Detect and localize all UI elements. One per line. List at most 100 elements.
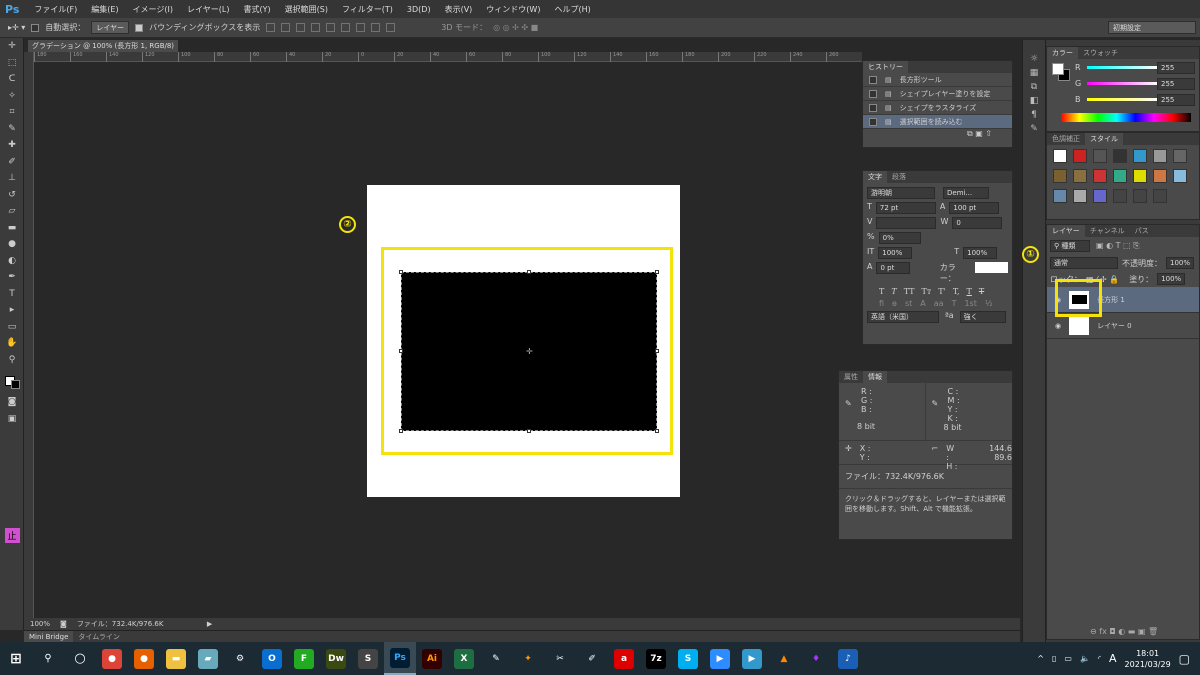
taskbar-app-7z-icon[interactable]: 7z bbox=[640, 642, 672, 675]
bounding-box-checkbox[interactable] bbox=[135, 23, 144, 32]
distribute-icon[interactable] bbox=[371, 23, 381, 32]
g-field[interactable]: 255 bbox=[1157, 78, 1195, 90]
move-tool-icon[interactable]: ✛ bbox=[0, 38, 24, 55]
status-menu-arrow[interactable]: ▶ bbox=[207, 620, 212, 628]
volume-icon[interactable]: 🔈 bbox=[1080, 654, 1090, 663]
taskbar-app-firefox-icon[interactable]: ● bbox=[128, 642, 160, 675]
menu-layer[interactable]: レイヤー(L) bbox=[180, 4, 236, 15]
taskbar-app-settings-icon[interactable]: ⚙ bbox=[224, 642, 256, 675]
style-swatch[interactable] bbox=[1073, 149, 1087, 163]
distribute-icon[interactable] bbox=[356, 23, 366, 32]
history-item[interactable]: ▤ シェイプをラスタライズ bbox=[863, 101, 1012, 115]
screen-mode-icon[interactable]: ▣ bbox=[0, 411, 24, 428]
taskbar-app-purple-icon[interactable]: ♦ bbox=[800, 642, 832, 675]
histogram-icon[interactable]: ⧉ bbox=[1031, 82, 1037, 92]
menu-filter[interactable]: フィルター(T) bbox=[335, 4, 400, 15]
style-swatch[interactable] bbox=[1093, 149, 1107, 163]
status-icon[interactable]: ◙ bbox=[60, 620, 67, 628]
taskbar-app-palette-icon[interactable]: ✐ bbox=[576, 642, 608, 675]
layer-actions[interactable]: ⊖ fx ◘ ◐ ▬ ▣ 🗑 bbox=[1090, 627, 1158, 636]
quick-mask-icon[interactable]: ◙ bbox=[0, 394, 24, 411]
document-tab[interactable]: グラデーション @ 100% (長方形 1, RGB/8) * × bbox=[28, 40, 178, 62]
r-field[interactable]: 255 bbox=[1157, 62, 1195, 74]
layers-icon[interactable]: ◧ bbox=[1030, 96, 1039, 106]
tab-timeline[interactable]: タイムライン bbox=[73, 631, 125, 642]
taskbar-app-music-icon[interactable]: ♪ bbox=[832, 642, 864, 675]
kerning-field[interactable] bbox=[876, 217, 937, 229]
style-swatch[interactable] bbox=[1093, 169, 1107, 183]
style-swatch[interactable] bbox=[1113, 169, 1127, 183]
taskbar-app-chrome-icon[interactable]: ● bbox=[96, 642, 128, 675]
g-slider[interactable] bbox=[1087, 82, 1157, 85]
align-vcenter-icon[interactable] bbox=[281, 23, 291, 32]
crop-tool-icon[interactable]: ⌗ bbox=[0, 104, 24, 121]
tab-info[interactable]: 情報 bbox=[863, 371, 887, 383]
tray-device-icon[interactable]: ▯ bbox=[1052, 654, 1056, 663]
hand-tool-icon[interactable]: ✋ bbox=[0, 335, 24, 352]
style-swatch[interactable] bbox=[1113, 189, 1127, 203]
brush-tool-icon[interactable]: ✐ bbox=[0, 154, 24, 171]
leading-field[interactable]: 100 pt bbox=[949, 202, 1000, 214]
style-swatch[interactable] bbox=[1053, 169, 1067, 183]
cortana-icon[interactable]: ○ bbox=[64, 642, 96, 675]
clock[interactable]: 18:01 2021/03/29 bbox=[1125, 648, 1171, 670]
blend-mode-select[interactable]: 通常 bbox=[1050, 257, 1118, 269]
style-swatch[interactable] bbox=[1093, 189, 1107, 203]
history-item[interactable]: ▤ シェイプレイヤー塗りを設定 bbox=[863, 87, 1012, 101]
style-swatch[interactable] bbox=[1153, 169, 1167, 183]
style-swatch[interactable] bbox=[1133, 169, 1147, 183]
taskbar-app-zoom-icon[interactable]: ▶ bbox=[704, 642, 736, 675]
tab-properties[interactable]: 属性 bbox=[839, 371, 863, 383]
tab-color[interactable]: カラー bbox=[1047, 47, 1078, 59]
foreground-color[interactable] bbox=[1052, 63, 1064, 75]
style-swatch[interactable] bbox=[1073, 189, 1087, 203]
color-swatch-icon[interactable] bbox=[0, 368, 24, 394]
align-hcenter-icon[interactable] bbox=[326, 23, 336, 32]
notification-icon[interactable]: ▢ bbox=[1179, 652, 1190, 666]
tab-layers[interactable]: レイヤー bbox=[1047, 225, 1085, 237]
menu-type[interactable]: 書式(Y) bbox=[236, 4, 277, 15]
healing-brush-icon[interactable]: ✚ bbox=[0, 137, 24, 154]
zoom-tool-icon[interactable]: ⚲ bbox=[0, 352, 24, 369]
ime-pad-icon[interactable]: 止 bbox=[0, 527, 24, 544]
b-field[interactable]: 255 bbox=[1157, 94, 1195, 106]
workspace-select[interactable]: 初期設定 bbox=[1108, 21, 1196, 34]
magic-wand-icon[interactable]: ✧ bbox=[0, 88, 24, 105]
type-tool-icon[interactable]: T bbox=[0, 286, 24, 303]
tab-history[interactable]: ヒストリー bbox=[863, 61, 908, 73]
style-swatch[interactable] bbox=[1053, 149, 1067, 163]
align-bottom-icon[interactable] bbox=[296, 23, 306, 32]
distribute-icon[interactable] bbox=[386, 23, 396, 32]
b-slider[interactable] bbox=[1087, 98, 1157, 101]
tray-chevron-icon[interactable]: ^ bbox=[1037, 654, 1044, 663]
style-swatch[interactable] bbox=[1153, 189, 1167, 203]
stamp-tool-icon[interactable]: ⊥ bbox=[0, 170, 24, 187]
fill-field[interactable]: 100% bbox=[1157, 273, 1186, 285]
menu-select[interactable]: 選択範囲(S) bbox=[278, 4, 335, 15]
style-swatch[interactable] bbox=[1173, 149, 1187, 163]
style-swatch[interactable] bbox=[1113, 149, 1127, 163]
vertical-scale-field[interactable]: 100% bbox=[878, 247, 913, 259]
menu-window[interactable]: ウィンドウ(W) bbox=[479, 4, 547, 15]
style-swatch[interactable] bbox=[1153, 149, 1167, 163]
menu-image[interactable]: イメージ(I) bbox=[126, 4, 180, 15]
color-spectrum[interactable] bbox=[1061, 113, 1191, 122]
taskbar-app-outlook-icon[interactable]: O bbox=[256, 642, 288, 675]
taskbar-app-tool-icon[interactable]: ✎ bbox=[480, 642, 512, 675]
taskbar-app-explorer-icon[interactable]: ▬ bbox=[160, 642, 192, 675]
font-size-field[interactable]: 72 pt bbox=[875, 202, 936, 214]
ime-indicator[interactable]: A bbox=[1109, 652, 1117, 665]
info-icon[interactable]: ▦ bbox=[1030, 68, 1039, 78]
taskbar-app-ai-icon[interactable]: Ai bbox=[416, 642, 448, 675]
menu-3d[interactable]: 3D(D) bbox=[400, 5, 438, 14]
lasso-tool-icon[interactable]: ᑕ bbox=[0, 71, 24, 88]
tab-adjustments[interactable]: 色調補正 bbox=[1047, 133, 1085, 145]
taskbar-app-ps-icon[interactable]: Ps bbox=[384, 642, 416, 675]
font-family-select[interactable]: 游明朝 bbox=[867, 187, 935, 199]
blur-tool-icon[interactable]: ● bbox=[0, 236, 24, 253]
taskbar-app-acrobat-icon[interactable]: a bbox=[608, 642, 640, 675]
style-swatch[interactable] bbox=[1133, 189, 1147, 203]
tab-mini-bridge[interactable]: Mini Bridge bbox=[24, 631, 74, 642]
opentype-buttons[interactable]: fi ɵ st Aaa T 1st ½ bbox=[867, 299, 1008, 308]
tsume-field[interactable]: 0% bbox=[878, 232, 921, 244]
